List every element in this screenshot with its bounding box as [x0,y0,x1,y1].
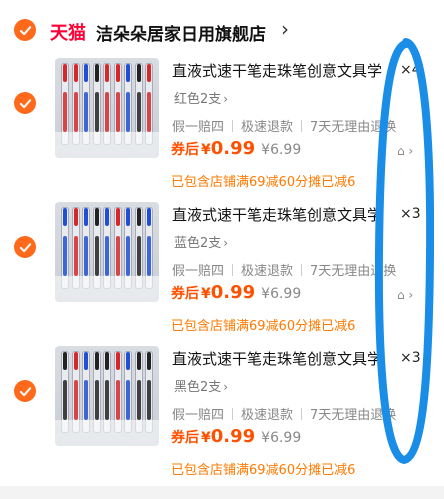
price-row: 券后 ¥0.99 ¥6.99 [171,282,301,308]
promo-text: 已包含店铺满69减60分摊已减6 [171,463,356,478]
service-tag: 7天无理由退换 [310,408,397,423]
currency-symbol: ¥ [201,286,211,302]
sku-selector[interactable]: 红色2支 › [171,88,231,108]
service-tag: 极速退款 [241,120,294,135]
service-tags: 假一赔四 极速退款 7天无理由退换 [172,116,396,135]
bottom-divider [0,486,444,499]
currency-symbol: ¥ [201,142,211,158]
price-row: 券后 ¥0.99 ¥6.99 [171,426,301,452]
item-select-checkbox[interactable] [14,92,36,114]
paper-illustration [55,276,159,302]
sku-selector[interactable]: 黑色2支 › [171,376,231,396]
price-value: 0.99 [210,426,256,447]
cart-item: 直液式速干笔走珠笔创意文具学 ×3 蓝色2支 › 假一赔四 极速退款 7天无理由退换 … [0,202,444,342]
checkmark-icon [19,25,31,35]
item-select-checkbox[interactable] [14,380,36,402]
sku-label: 蓝色2支 [174,236,222,251]
price-value: 0.99 [210,282,256,303]
product-title[interactable]: 直液式速干笔走珠笔创意文具学 [172,60,390,82]
service-tag: 假一赔四 [172,120,225,135]
promo-text: 已包含店铺满69减60分摊已减6 [171,319,356,334]
chevron-right-icon[interactable]: › [281,17,289,41]
price-row: 券后 ¥0.99 ¥6.99 [171,138,301,164]
product-image[interactable] [55,202,159,302]
sku-label: 黑色2支 [174,380,222,395]
original-price: ¥6.99 [261,430,302,446]
service-tags: 假一赔四 极速退款 7天无理由退换 [172,260,396,279]
promo-text: 已包含店铺满69减60分摊已减6 [171,175,356,190]
cart-item: 直液式速干笔走珠笔创意文具学 ×4 红色2支 › 假一赔四 极速退款 7天无理由退换 … [0,58,444,198]
product-image[interactable] [55,346,159,446]
service-tag: 极速退款 [241,264,294,279]
checkmark-icon [19,98,31,108]
quantity-label[interactable]: ×3 [400,206,421,222]
service-tag: 极速退款 [241,408,294,423]
tmall-logo: 天猫 [50,23,86,44]
shop-name[interactable]: 洁朵朵居家日用旗舰店 [96,20,266,45]
price-prefix: 券后 [171,286,199,302]
quantity-label[interactable]: ×4 [400,62,421,78]
price-prefix: 券后 [171,142,199,158]
product-image[interactable] [55,58,159,158]
chevron-right-icon: › [223,236,229,250]
service-tags: 假一赔四 极速退款 7天无理由退换 [172,404,396,423]
service-tag: 7天无理由退换 [310,264,397,279]
original-price: ¥6.99 [261,286,302,302]
service-tag: 假一赔四 [172,408,225,423]
sku-selector[interactable]: 蓝色2支 › [171,232,231,252]
item-select-checkbox[interactable] [14,236,36,258]
product-title[interactable]: 直液式速干笔走珠笔创意文具学 [172,348,390,370]
cart-item: 直液式速干笔走珠笔创意文具学 ×3 黑色2支 › 假一赔四 极速退款 7天无理由退换 … [0,346,444,486]
paper-illustration [55,132,159,158]
shop-header: 天猫 洁朵朵居家日用旗舰店 › [0,0,444,60]
price-prefix: 券后 [171,430,199,446]
paper-illustration [55,420,159,446]
service-tag: 7天无理由退换 [310,120,397,135]
service-icon[interactable]: ⌂ › [397,144,413,158]
currency-symbol: ¥ [201,430,211,446]
chevron-right-icon: › [223,380,229,394]
original-price: ¥6.99 [261,142,302,158]
quantity-label[interactable]: ×3 [400,350,421,366]
sku-label: 红色2支 [174,92,222,107]
service-icon[interactable]: ⌂ › [397,288,413,302]
shop-select-checkbox[interactable] [14,19,36,41]
service-tag: 假一赔四 [172,264,225,279]
product-title[interactable]: 直液式速干笔走珠笔创意文具学 [172,204,390,226]
checkmark-icon [19,386,31,396]
price-value: 0.99 [210,138,256,159]
chevron-right-icon: › [223,92,229,106]
checkmark-icon [19,242,31,252]
